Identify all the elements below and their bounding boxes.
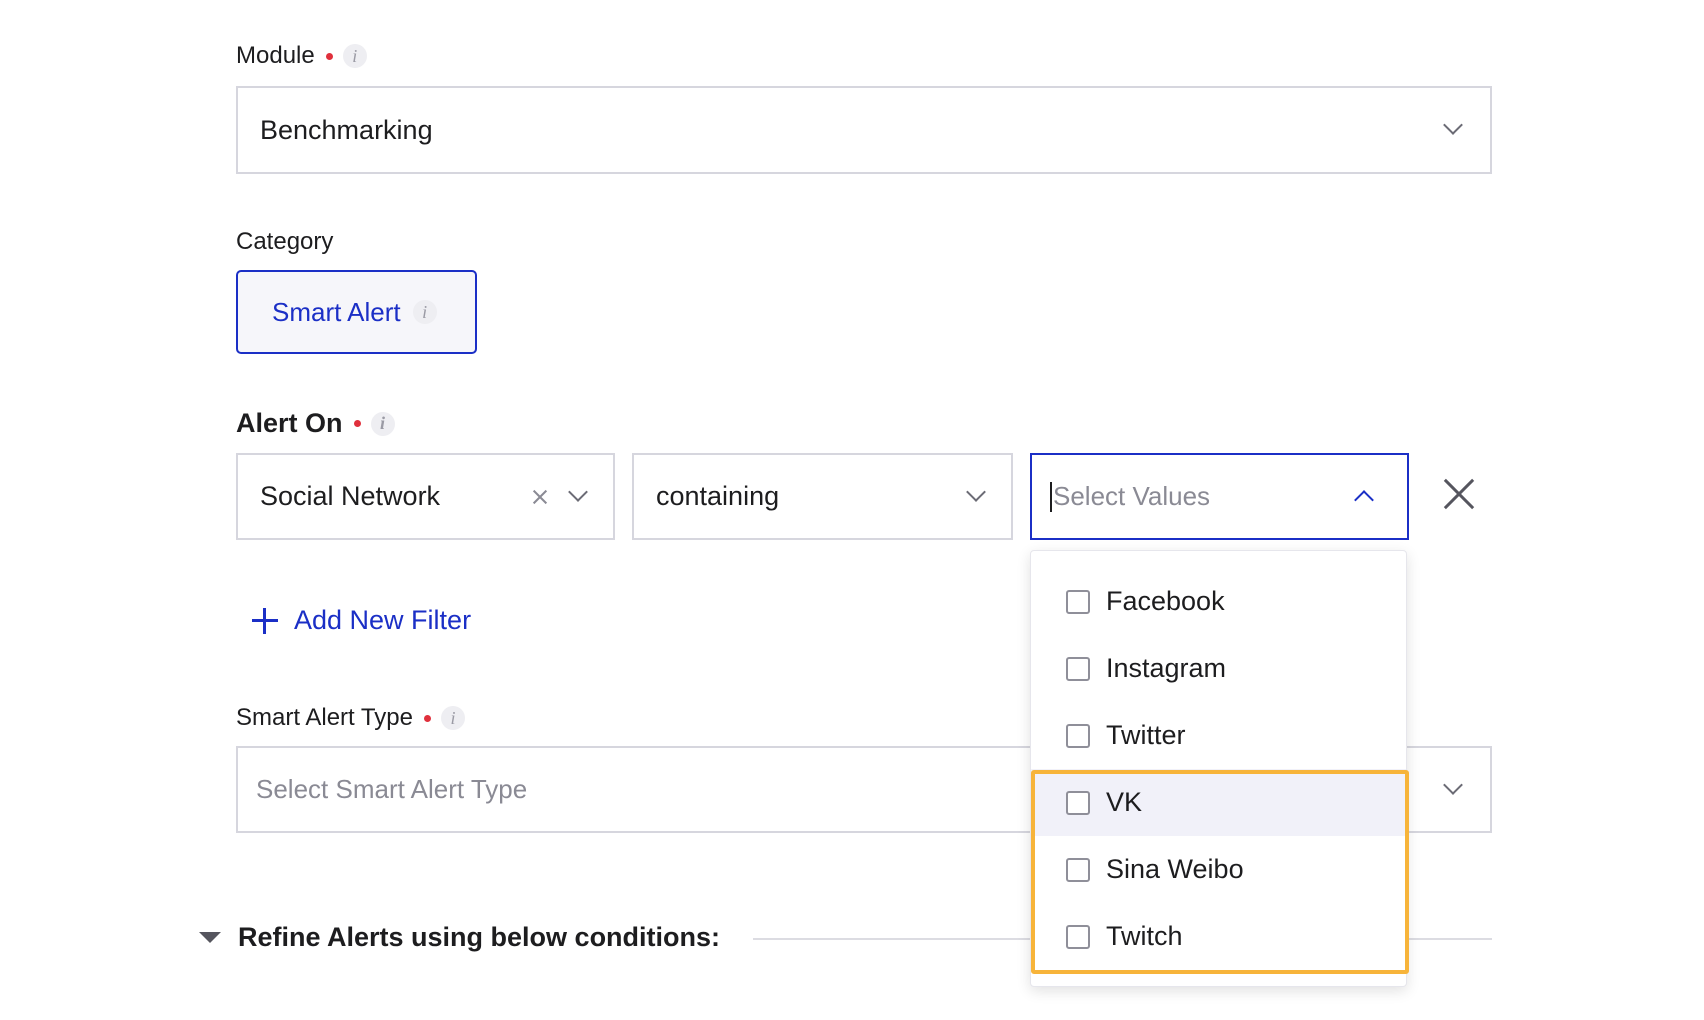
alert-on-operator-value: containing [656,481,780,511]
info-icon[interactable]: i [440,706,465,730]
checkbox[interactable] [1066,790,1090,815]
plus-icon [252,607,278,634]
option-label: Instagram [1106,653,1227,683]
dropdown-option-sina-weibo[interactable]: Sina Weibo [1031,836,1406,903]
text-cursor [1050,481,1052,512]
add-new-filter-label: Add New Filter [294,605,472,635]
checkbox[interactable] [1066,924,1090,949]
module-label: Module [236,42,315,69]
option-label: Facebook [1106,586,1225,616]
chevron-down-icon [1443,115,1463,135]
refine-section-title: Refine Alerts using below conditions: [238,922,721,952]
smart-alert-type-placeholder: Select Smart Alert Type [256,774,528,804]
smart-alert-type-label: Smart Alert Type [236,704,413,731]
checkbox[interactable] [1066,589,1090,614]
info-icon[interactable]: i [342,44,367,68]
clear-icon[interactable] [531,488,549,506]
chevron-up-icon [1354,490,1374,510]
caret-down-icon [199,932,221,943]
dropdown-option-instagram[interactable]: Instagram [1031,635,1406,702]
option-label: Twitch [1106,921,1183,951]
values-dropdown-menu: Facebook Instagram Twitter VK Sina Weibo… [1030,550,1407,987]
module-select[interactable]: Benchmarking [236,86,1492,174]
category-label: Category [236,228,334,255]
info-icon[interactable]: i [412,300,437,324]
module-select-value: Benchmarking [260,114,433,145]
dropdown-option-facebook[interactable]: Facebook [1031,568,1406,635]
add-new-filter-button[interactable]: Add New Filter [252,605,471,636]
required-indicator [325,52,333,60]
alert-on-label-row: Alert On i [236,408,395,439]
option-label: Sina Weibo [1106,854,1244,884]
checkbox[interactable] [1066,723,1090,748]
alert-on-values-select[interactable]: Select Values [1030,453,1409,540]
chevron-down-icon [568,482,588,502]
required-indicator [353,420,361,427]
option-label: Twitter [1106,720,1186,750]
alert-on-field-select[interactable]: Social Network [236,453,615,540]
dropdown-option-twitch[interactable]: Twitch [1031,903,1406,970]
values-placeholder: Select Values [1053,481,1211,511]
remove-filter-icon[interactable] [1443,478,1475,510]
dropdown-option-vk[interactable]: VK [1031,769,1406,836]
refine-collapse-toggle[interactable] [199,932,221,943]
checkbox[interactable] [1066,656,1090,681]
chevron-down-icon [966,482,986,502]
option-label: VK [1106,787,1143,817]
dropdown-option-twitter[interactable]: Twitter [1031,702,1406,769]
alert-on-field-value: Social Network [260,481,441,511]
alert-on-label: Alert On [236,408,343,438]
chevron-down-icon [1443,775,1463,795]
category-chip-label: Smart Alert [272,296,401,327]
smart-alert-type-label-row: Smart Alert Type i [236,704,465,732]
info-icon[interactable]: i [370,411,395,436]
category-label-row: Category [236,228,333,256]
checkbox[interactable] [1066,857,1090,882]
required-indicator [423,714,431,722]
alert-on-operator-select[interactable]: containing [632,453,1013,540]
category-chip-smart-alert[interactable]: Smart Alert i [236,270,477,354]
module-label-row: Module i [236,42,367,70]
